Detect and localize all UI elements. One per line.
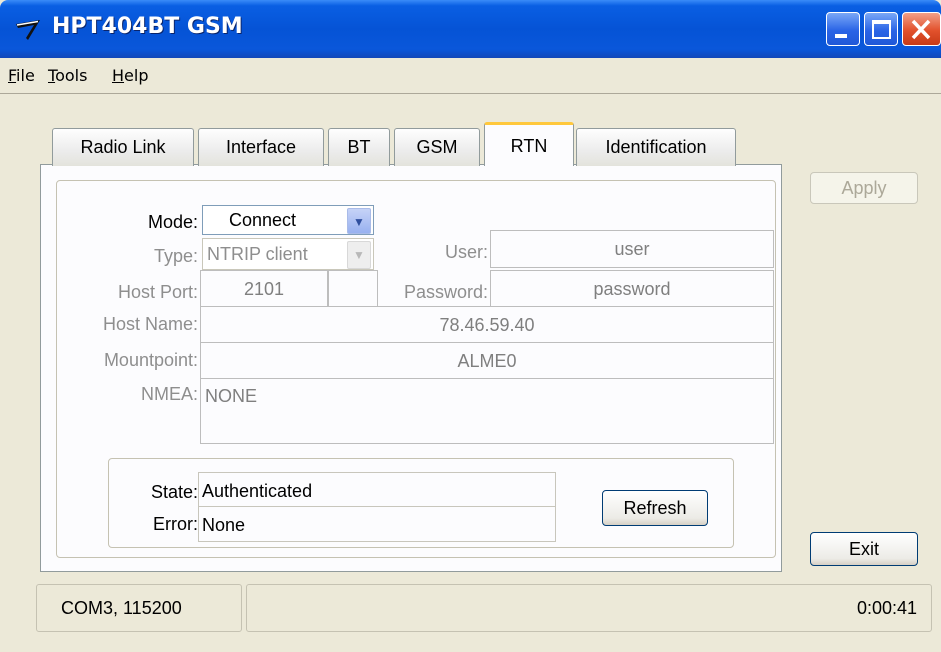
- exit-button[interactable]: Exit: [810, 532, 918, 566]
- tab-identification[interactable]: Identification: [576, 128, 736, 166]
- menu-file[interactable]: File: [8, 66, 35, 85]
- host-port-field[interactable]: 2101: [200, 270, 328, 308]
- minimize-icon: [835, 34, 847, 38]
- mode-label: Mode:: [147, 212, 198, 232]
- host-port-label: Host Port:: [117, 282, 198, 302]
- tab-radio-link[interactable]: Radio Link: [52, 128, 194, 166]
- minimize-button[interactable]: [826, 12, 860, 46]
- error-label: Error:: [153, 514, 198, 534]
- host-name-label: Host Name:: [102, 314, 198, 334]
- error-box: None: [198, 506, 556, 542]
- state-value: Authenticated: [202, 481, 313, 501]
- maximize-icon: [872, 20, 891, 39]
- mountpoint-label: Mountpoint:: [103, 350, 198, 370]
- menu-tools[interactable]: Tools: [48, 66, 87, 85]
- nmea-label: NMEA:: [140, 384, 198, 404]
- state-label: State:: [150, 482, 198, 502]
- tab-bt[interactable]: BT: [328, 128, 390, 166]
- type-select[interactable]: NTRIP client ▼: [202, 238, 374, 270]
- mountpoint-field[interactable]: ALME0: [200, 342, 774, 380]
- host-name-field[interactable]: 78.46.59.40: [200, 306, 774, 344]
- nmea-field[interactable]: NONE: [200, 378, 774, 444]
- chevron-down-icon[interactable]: ▼: [347, 208, 371, 234]
- statusbar-time: 0:00:41: [246, 584, 932, 632]
- user-field[interactable]: user: [490, 230, 774, 268]
- password-label: Password:: [403, 282, 488, 302]
- menu-help[interactable]: Help: [112, 66, 148, 85]
- error-value: None: [202, 515, 246, 535]
- tab-gsm[interactable]: GSM: [394, 128, 480, 166]
- close-icon: [911, 19, 931, 40]
- window-title: HPT404BT GSM: [52, 14, 243, 39]
- type-value: NTRIP client: [207, 244, 308, 264]
- chevron-down-icon[interactable]: ▼: [347, 241, 371, 269]
- state-box: Authenticated: [198, 472, 556, 508]
- tab-interface[interactable]: Interface: [198, 128, 324, 166]
- statusbar-port: COM3, 115200: [36, 584, 242, 632]
- maximize-button[interactable]: [864, 12, 898, 46]
- host-port-spacer: [328, 270, 378, 308]
- password-field[interactable]: password: [490, 270, 774, 308]
- apply-button[interactable]: Apply: [810, 172, 918, 204]
- user-label: User:: [444, 242, 488, 262]
- app-logo-icon: [16, 20, 40, 40]
- tab-rtn[interactable]: RTN: [484, 122, 574, 166]
- type-label: Type:: [153, 246, 198, 266]
- mode-value: Connect: [229, 210, 297, 230]
- mode-select[interactable]: Connect ▼: [202, 205, 374, 235]
- refresh-button[interactable]: Refresh: [602, 490, 708, 526]
- close-button[interactable]: [902, 12, 941, 46]
